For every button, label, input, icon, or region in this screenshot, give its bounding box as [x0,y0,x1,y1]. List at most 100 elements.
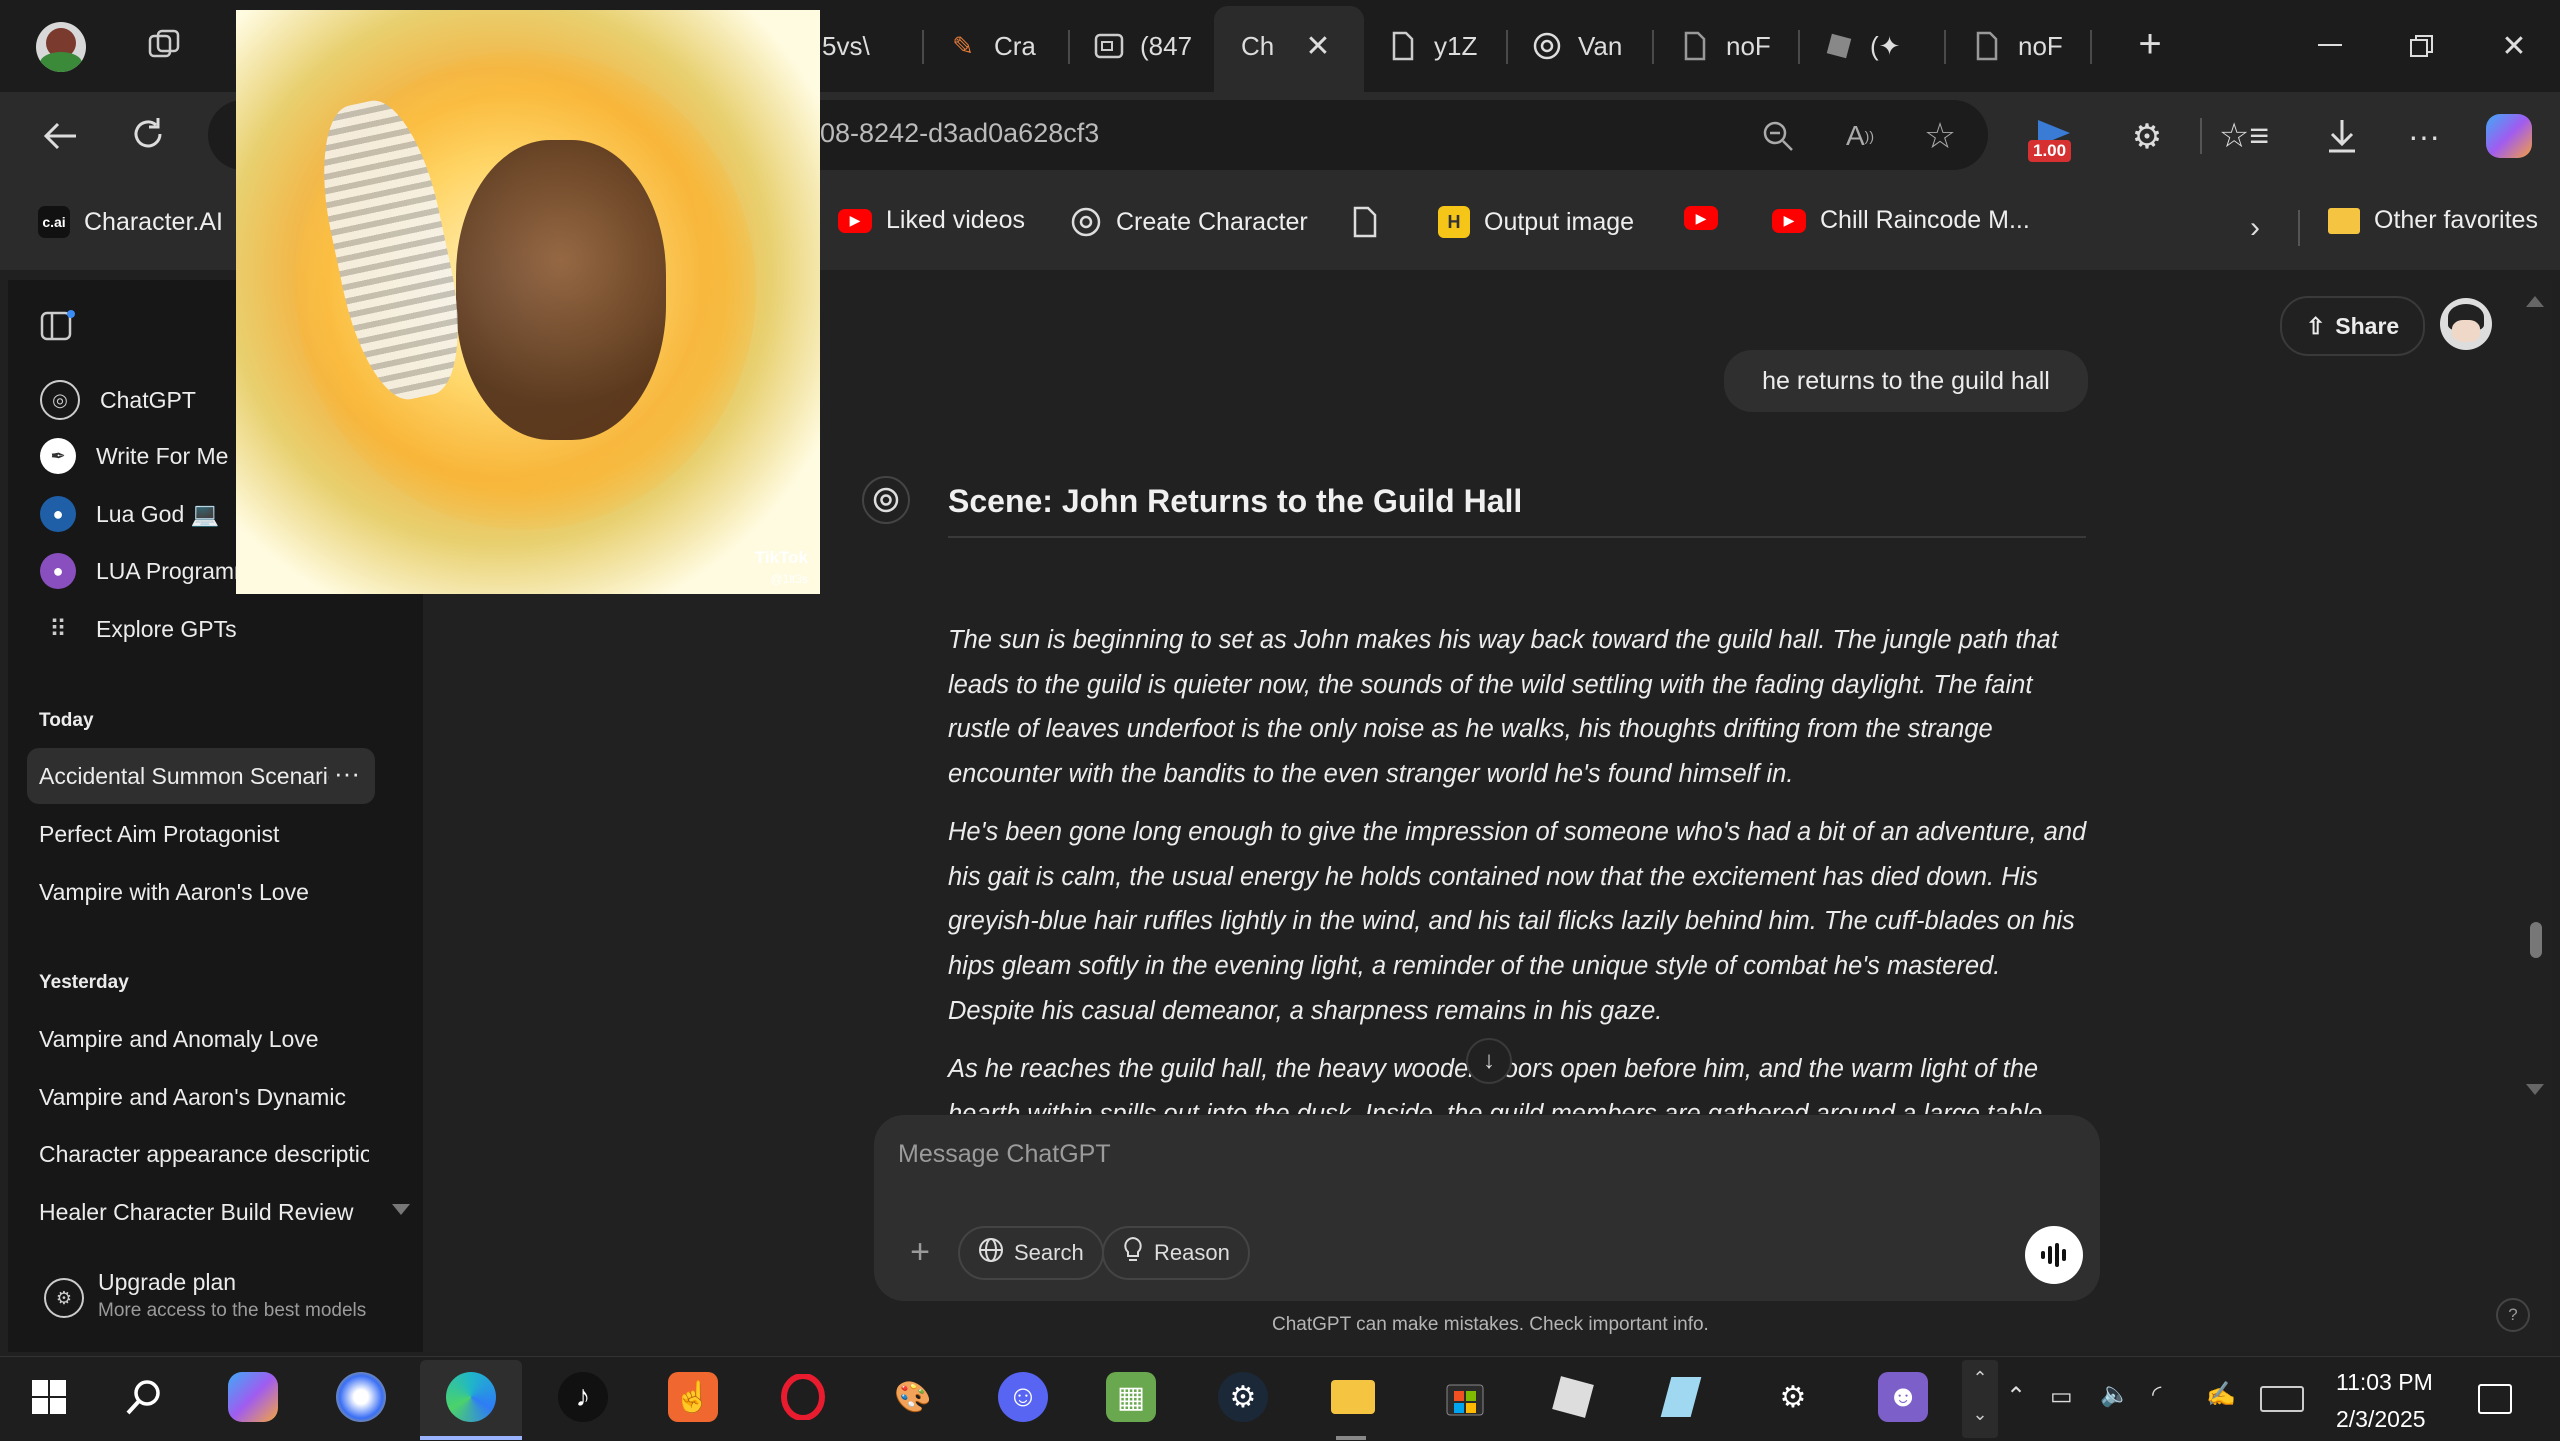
store-taskbar-icon[interactable] [1440,1372,1490,1422]
favorite-youtube[interactable]: ▶ [1684,206,1732,230]
discord-taskbar-icon[interactable]: ☺ [998,1372,1048,1422]
keyboard-icon[interactable] [2260,1386,2304,1412]
wifi-icon[interactable]: ◜ [2152,1380,2161,1409]
sidebar-chat-vampire-aaron-love[interactable]: Vampire with Aaron's Love [39,879,369,906]
favorites-icon[interactable]: ☆≡ [2219,114,2269,158]
favorite-page[interactable] [1352,206,1392,238]
sidebar-chat-character-appearance[interactable]: Character appearance description [39,1141,369,1168]
paint-app-taskbar-icon[interactable]: 🎨 [888,1372,938,1422]
sidebar-chat-perfect-aim[interactable]: Perfect Aim Protagonist [39,821,369,848]
paragraph-2: He's been gone long enough to give the i… [948,818,2087,1025]
settings-taskbar-icon[interactable]: ⚙ [1768,1372,1818,1422]
tab-3[interactable]: (847 [1094,12,1192,80]
other-favorites[interactable]: Other favorites [2328,206,2538,235]
workspaces-icon[interactable] [146,26,182,62]
chevron-right-icon[interactable]: › [2240,210,2270,246]
favorite-create-character[interactable]: Create Character [1070,206,1308,238]
share-button[interactable]: ⇧ Share [2280,296,2426,356]
zoom-out-icon[interactable] [1760,118,1796,154]
favorite-character-ai[interactable]: c.ai Character.AI [38,206,223,238]
refresh-icon[interactable] [128,114,168,154]
scroll-up-icon[interactable] [2526,296,2544,307]
notes-app-taskbar-icon[interactable] [1656,1372,1706,1422]
minimize-icon[interactable] [2310,30,2350,60]
chatgpt-icon [1070,206,1102,238]
message-input[interactable]: Message ChatGPT [898,1140,2058,1169]
notifications-icon[interactable] [2478,1384,2512,1414]
opera-taskbar-icon[interactable] [778,1372,828,1422]
upgrade-plan-subtitle: More access to the best models [98,1300,367,1321]
restore-icon[interactable] [2402,26,2442,66]
tab-1[interactable]: 5vs\ [822,12,870,80]
tab-6[interactable]: Van [1532,12,1622,80]
sidebar-gpt-write-for-me[interactable]: ✒ Write For Me [40,438,228,474]
clock-time[interactable]: 11:03 PM [2336,1369,2433,1396]
scroll-down-arrow-icon[interactable] [2526,1084,2544,1095]
user-avatar[interactable] [2440,298,2492,350]
edge-taskbar-icon[interactable] [446,1372,496,1422]
voice-mode-button[interactable] [2025,1226,2083,1284]
tab-5[interactable]: y1Z [1388,12,1477,80]
anime-app-taskbar-icon[interactable]: ☻ [1878,1372,1928,1422]
scrollbar-thumb[interactable] [2530,922,2542,958]
sidebar-gpt-chatgpt[interactable]: ◎ ChatGPT [40,380,196,420]
sidebar-chat-accidental-summon[interactable]: Accidental Summon Scenario [39,763,329,790]
tab-8[interactable]: (✦ [1824,12,1900,80]
pen-icon[interactable]: ✍ [2206,1380,2236,1409]
speed-extension-icon[interactable]: 1.00 [2028,116,2080,166]
tab-4-active[interactable]: Ch [1241,12,1274,80]
sidebar-gpt-lua-god[interactable]: ● Lua God 💻 [40,496,219,532]
search-button[interactable]: Search [958,1226,1104,1280]
search-icon[interactable] [120,1372,170,1422]
reason-button[interactable]: Reason [1102,1226,1250,1280]
taskbar-scroll-control[interactable]: ⌃ ⌄ [1962,1360,1998,1438]
cursor-app-taskbar-icon[interactable]: ☝ [668,1372,718,1422]
close-window-icon[interactable]: ✕ [2494,26,2534,66]
attach-plus-icon[interactable]: + [902,1233,938,1271]
favorite-liked-videos[interactable]: ▶ Liked videos [838,206,1025,235]
favorite-chill-raincode[interactable]: ▶ Chill Raincode M... [1772,206,2030,235]
scroll-to-bottom-button[interactable]: ↓ [1466,1038,1512,1084]
sidebar-scroll-down-icon[interactable] [392,1204,410,1215]
tab-2[interactable]: ✎ Cra [948,12,1036,80]
scene-heading: Scene: John Returns to the Guild Hall [948,483,1523,519]
clock-date[interactable]: 2/3/2025 [2336,1406,2426,1433]
chat-options-icon[interactable]: ··· [334,758,360,789]
sidebar-explore-gpts[interactable]: ⠿ Explore GPTs [40,611,236,647]
roblox-taskbar-icon[interactable] [1548,1372,1598,1422]
steam-taskbar-icon[interactable]: ⚙ [1218,1372,1268,1422]
more-menu-icon[interactable]: ··· [2402,114,2446,158]
sidebar-chat-healer-build[interactable]: Healer Character Build Review [39,1199,369,1226]
upgrade-plan-title[interactable]: Upgrade plan [98,1269,236,1296]
copilot-taskbar-icon[interactable] [228,1372,278,1422]
help-button[interactable]: ? [2496,1298,2530,1332]
back-icon[interactable] [40,116,80,156]
battery-icon[interactable]: ▭ [2050,1382,2073,1411]
tiktok-video-overlay[interactable]: TikTok @1lt3s [236,10,820,594]
app-taskbar-icon[interactable] [336,1372,386,1422]
tiktok-taskbar-icon[interactable]: ♪ [558,1372,608,1422]
extensions-icon[interactable]: ⚙ [2126,116,2168,158]
file-explorer-taskbar-icon[interactable] [1328,1372,1378,1422]
tab-9[interactable]: noF [1972,12,2063,80]
sidebar-yesterday-header: Yesterday [39,972,129,993]
volume-icon[interactable]: 🔈 [2100,1380,2130,1409]
favorite-output-image[interactable]: H Output image [1438,206,1634,238]
tab-active[interactable] [1214,6,1364,92]
tab-7[interactable]: noF [1680,12,1771,80]
minecraft-taskbar-icon[interactable]: ▦ [1106,1372,1156,1422]
favorite-star-icon[interactable]: ☆ [1920,115,1960,156]
copilot-icon[interactable] [2486,114,2532,158]
show-hidden-icons-icon[interactable]: ⌃ [2006,1382,2026,1411]
sidebar-chat-vampire-anomaly[interactable]: Vampire and Anomaly Love [39,1026,369,1053]
sidebar-toggle-icon[interactable] [38,306,78,346]
downloads-icon[interactable] [2320,114,2364,158]
read-aloud-icon[interactable]: A)) [1840,118,1880,154]
tab-separator [1652,30,1654,64]
sidebar-chat-vampire-aaron-dynamic[interactable]: Vampire and Aaron's Dynamic [39,1084,369,1111]
close-tab-icon[interactable]: ✕ [1300,28,1336,64]
profile-avatar[interactable] [36,22,86,72]
start-button[interactable] [24,1372,74,1422]
new-tab-icon[interactable]: + [2130,22,2170,66]
address-url[interactable]: 08-8242-d3ad0a628cf3 [820,118,1099,149]
